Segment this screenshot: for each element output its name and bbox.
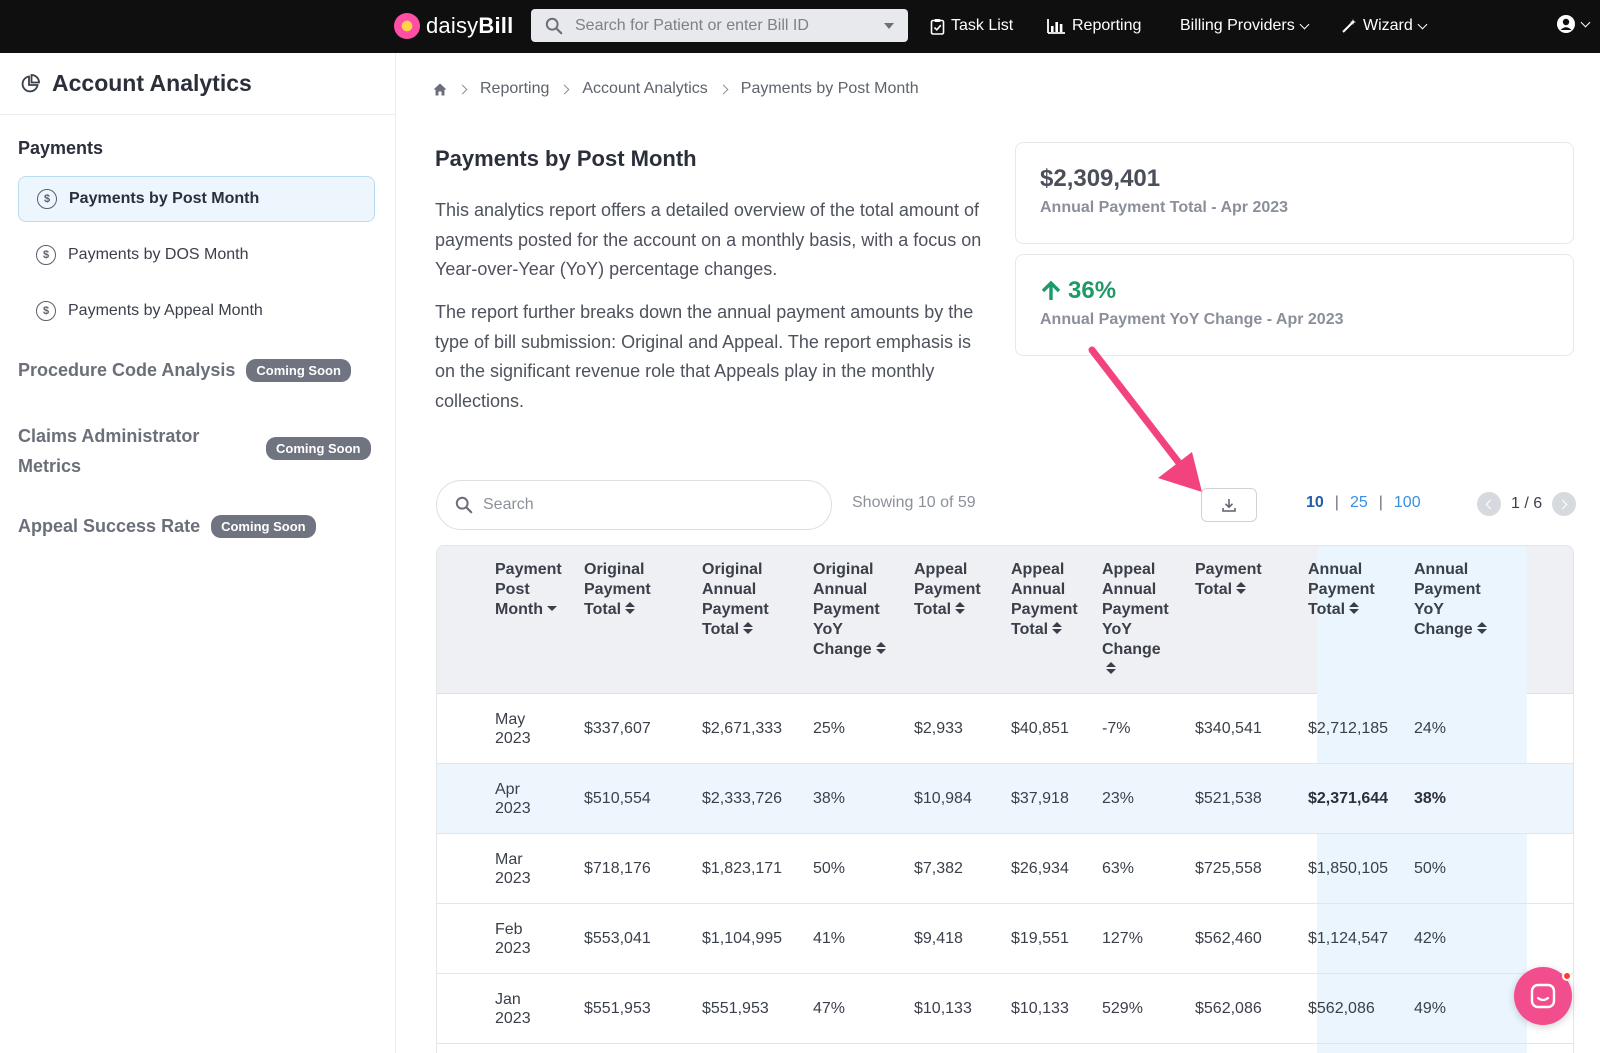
sort-icon bbox=[625, 602, 636, 615]
table-row[interactable]: Mar 2023 $718,176 $1,823,171 50% $7,382 $… bbox=[437, 834, 1573, 904]
magic-wand-icon bbox=[1342, 19, 1356, 33]
page-size-100[interactable]: 100 bbox=[1394, 494, 1421, 512]
report-description-1: This analytics report offers a detailed … bbox=[435, 200, 982, 279]
table-search-input[interactable]: Search bbox=[436, 480, 832, 530]
sidebar-item-appeal-success-rate: Appeal Success Rate Coming Soon bbox=[18, 515, 316, 538]
sort-icon bbox=[1236, 582, 1247, 595]
search-icon bbox=[545, 17, 563, 34]
sidebar-item-claims-administrator-metrics: Claims Administrator Metrics bbox=[18, 426, 200, 476]
sort-icon bbox=[875, 642, 886, 655]
column-header-appeal-annual-yoy-change[interactable]: Appeal Annual Payment YoY Change bbox=[1102, 560, 1169, 680]
caret-down-icon[interactable] bbox=[884, 22, 894, 29]
sort-icon bbox=[1106, 662, 1116, 675]
chevron-down-icon bbox=[1580, 17, 1591, 27]
sort-icon bbox=[1349, 602, 1360, 615]
clipboard-check-icon bbox=[930, 18, 945, 35]
coming-soon-badge: Coming Soon bbox=[246, 359, 351, 382]
annual-payment-total-value: $2,309,401 bbox=[1040, 165, 1161, 192]
sidebar-item-payments-by-appeal-month[interactable]: $ Payments by Appeal Month bbox=[18, 288, 375, 334]
sort-icon bbox=[955, 602, 966, 615]
sidebar-header: Account Analytics bbox=[0, 53, 395, 115]
column-header-annual-payment-total[interactable]: Annual Payment Total bbox=[1308, 560, 1375, 620]
chat-icon bbox=[1530, 983, 1556, 1009]
column-header-original-annual-payment-total[interactable]: Original Annual Payment Total bbox=[702, 560, 769, 640]
annual-payment-total-card: $2,309,401 Annual Payment Total - Apr 20… bbox=[1015, 142, 1574, 244]
sidebar-section-payments: Payments bbox=[18, 138, 104, 158]
chevron-right-icon bbox=[718, 84, 729, 94]
annotation-arrow bbox=[1088, 346, 1202, 492]
global-search-input[interactable]: Search for Patient or enter Bill ID bbox=[531, 9, 908, 42]
table-row[interactable]: May 2023 $337,607 $2,671,333 25% $2,933 $… bbox=[437, 694, 1573, 764]
arrow-up-icon bbox=[1041, 280, 1061, 300]
page-size-25[interactable]: 25 bbox=[1350, 494, 1368, 512]
column-header-original-annual-yoy-change[interactable]: Original Annual Payment YoY Change bbox=[813, 560, 886, 660]
chevron-right-icon bbox=[457, 84, 468, 94]
nav-task-list[interactable]: Task List bbox=[930, 14, 1013, 38]
page-size-10[interactable]: 10 bbox=[1306, 494, 1324, 512]
user-circle-icon bbox=[1557, 15, 1575, 33]
sidebar-item-payments-by-post-month[interactable]: $ Payments by Post Month bbox=[18, 176, 375, 222]
dollar-circle-icon: $ bbox=[36, 245, 56, 265]
user-account-menu[interactable] bbox=[1556, 14, 1591, 34]
table-row[interactable]: Feb 2023 $553,041 $1,104,995 41% $9,418 $… bbox=[437, 904, 1573, 974]
column-header-original-payment-total[interactable]: Original Payment Total bbox=[584, 560, 651, 620]
column-header-payment-total[interactable]: Payment Total bbox=[1195, 560, 1262, 600]
bar-chart-icon bbox=[1047, 19, 1065, 34]
table-search-placeholder: Search bbox=[483, 496, 534, 513]
coming-soon-badge: Coming Soon bbox=[211, 515, 316, 538]
chevron-left-icon bbox=[1485, 499, 1496, 509]
sort-icon bbox=[1476, 622, 1487, 635]
daisybill-logo[interactable]: daisyBill bbox=[394, 12, 513, 40]
annual-payment-yoy-label: Annual Payment YoY Change - Apr 2023 bbox=[1040, 311, 1344, 328]
chat-launcher-button[interactable] bbox=[1514, 967, 1572, 1025]
dollar-circle-icon: $ bbox=[37, 189, 57, 209]
table-row[interactable]: Jan 2023 $551,953 $551,953 47% $10,133 $1… bbox=[437, 974, 1573, 1044]
breadcrumb-reporting[interactable]: Reporting bbox=[480, 80, 549, 98]
page-size-selector: 10 | 25 | 100 bbox=[1306, 494, 1421, 512]
sort-desc-icon bbox=[546, 602, 557, 615]
download-icon bbox=[1222, 499, 1236, 512]
sort-icon bbox=[1052, 622, 1063, 635]
table-row-selected[interactable]: Apr 2023 $510,554 $2,333,726 38% $10,984 … bbox=[437, 764, 1573, 834]
sidebar: Account Analytics Payments $ Payments by… bbox=[0, 53, 396, 1053]
chevron-down-icon bbox=[1299, 19, 1310, 29]
pie-chart-icon bbox=[21, 73, 40, 92]
showing-count: Showing 10 of 59 bbox=[852, 494, 976, 511]
home-icon[interactable] bbox=[433, 83, 447, 96]
previous-page-button[interactable] bbox=[1477, 492, 1501, 516]
coming-soon-badge: Coming Soon bbox=[266, 437, 371, 460]
search-icon bbox=[455, 496, 473, 514]
chevron-right-icon bbox=[1557, 499, 1568, 509]
breadcrumb-account-analytics[interactable]: Account Analytics bbox=[582, 80, 707, 98]
nav-billing-providers[interactable]: Billing Providers bbox=[1180, 14, 1310, 38]
sort-icon bbox=[743, 622, 754, 635]
breadcrumb-current: Payments by Post Month bbox=[740, 80, 919, 97]
nav-wizard[interactable]: Wizard bbox=[1341, 14, 1428, 38]
download-button[interactable] bbox=[1201, 488, 1257, 522]
sidebar-item-procedure-code-analysis: Procedure Code Analysis Coming Soon bbox=[18, 359, 351, 382]
notification-dot bbox=[1562, 971, 1572, 981]
report-description-2: The report further breaks down the annua… bbox=[435, 302, 974, 411]
column-header-annual-payment-yoy-change[interactable]: Annual Payment YoY Change bbox=[1414, 560, 1487, 640]
sidebar-item-payments-by-dos-month[interactable]: $ Payments by DOS Month bbox=[18, 232, 375, 278]
page-title: Payments by Post Month bbox=[435, 146, 697, 171]
column-header-appeal-payment-total[interactable]: Appeal Payment Total bbox=[914, 560, 981, 620]
next-page-button[interactable] bbox=[1552, 492, 1577, 516]
top-navigation-bar: daisyBill Search for Patient or enter Bi… bbox=[0, 0, 1600, 53]
sidebar-title: Account Analytics bbox=[52, 70, 252, 96]
dollar-circle-icon: $ bbox=[36, 301, 56, 321]
annual-payment-yoy-value: 36% bbox=[1068, 277, 1117, 304]
global-search-placeholder: Search for Patient or enter Bill ID bbox=[575, 16, 809, 34]
daisy-flower-icon bbox=[394, 13, 420, 39]
column-header-appeal-annual-payment-total[interactable]: Appeal Annual Payment Total bbox=[1011, 560, 1078, 640]
payments-table: Payment Post Month Original Payment Tota… bbox=[436, 545, 1574, 1053]
column-header-payment-post-month[interactable]: Payment Post Month bbox=[495, 560, 562, 620]
annual-payment-total-label: Annual Payment Total - Apr 2023 bbox=[1040, 199, 1289, 216]
breadcrumb: Reporting Account Analytics Payments by … bbox=[433, 80, 919, 98]
chevron-down-icon bbox=[1417, 19, 1428, 29]
page-indicator: 1 / 6 bbox=[1511, 495, 1543, 512]
nav-reporting[interactable]: Reporting bbox=[1047, 14, 1141, 38]
chevron-right-icon bbox=[559, 84, 570, 94]
pagination: 1 / 6 bbox=[1477, 492, 1577, 516]
